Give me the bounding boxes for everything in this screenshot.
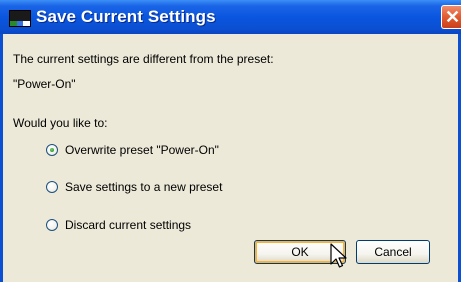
option-overwrite-preset[interactable]: Overwrite preset "Power-On" — [46, 140, 219, 160]
option-discard-settings[interactable]: Discard current settings — [46, 215, 191, 235]
cancel-button[interactable]: Cancel — [356, 240, 430, 264]
option-save-new-preset[interactable]: Save settings to a new preset — [46, 177, 222, 197]
mouse-pointer-icon — [330, 243, 347, 268]
save-settings-dialog: Save Current Settings ✕ The current sett… — [0, 0, 461, 282]
option-label: Overwrite preset "Power-On" — [65, 143, 219, 157]
option-label: Discard current settings — [65, 218, 192, 232]
message-line-2: "Power-On" — [13, 77, 76, 91]
question-label: Would you like to: — [13, 116, 108, 130]
close-icon: ✕ — [445, 7, 461, 27]
radio-button[interactable] — [46, 181, 58, 193]
app-icon — [9, 10, 31, 27]
dialog-body: The current settings are different from … — [0, 34, 461, 282]
message-line-1: The current settings are different from … — [13, 52, 274, 66]
dialog-title: Save Current Settings — [36, 7, 216, 26]
option-label: Save settings to a new preset — [65, 180, 223, 194]
title-bar[interactable]: Save Current Settings ✕ — [0, 0, 461, 34]
radio-button[interactable] — [46, 219, 58, 231]
close-button[interactable]: ✕ — [441, 5, 461, 29]
radio-button-checked[interactable] — [46, 144, 58, 156]
